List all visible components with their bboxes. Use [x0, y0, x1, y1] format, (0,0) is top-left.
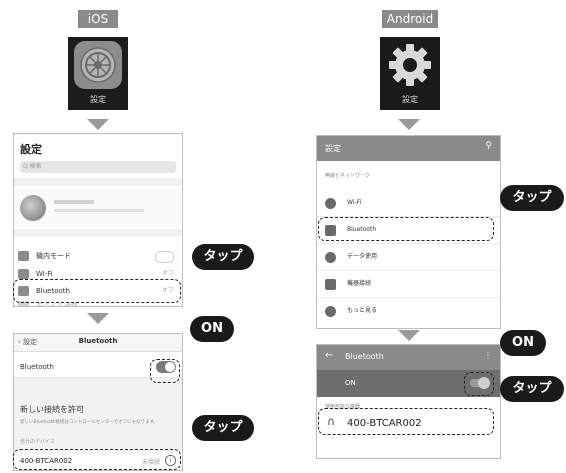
android-bluetooth-highlight — [318, 217, 494, 241]
on-callout: ON — [500, 330, 546, 356]
ios-section-gap — [14, 229, 182, 237]
avatar — [20, 195, 46, 221]
android-bt-title: Bluetooth — [345, 352, 384, 361]
ios-device-highlight — [13, 449, 181, 470]
ios-icon-caption: 設定 — [90, 95, 106, 104]
android-bt-toggle-label: ON — [345, 379, 356, 387]
android-row-more[interactable]: もっと見る — [317, 298, 500, 324]
android-settings-app[interactable]: 設定 — [380, 37, 440, 110]
android-label: Android — [382, 10, 438, 28]
ios-label: iOS — [78, 10, 118, 28]
search-icon[interactable]: ⚲ — [485, 141, 492, 151]
tap-callout: タップ — [192, 244, 254, 270]
ios-search-field[interactable]: Q 検索 — [20, 161, 176, 173]
device-connection-icon — [325, 279, 336, 290]
android-row-label: 機器接続 — [347, 280, 372, 287]
ios-section-gap — [14, 178, 182, 186]
android-icon-caption: 設定 — [402, 95, 418, 104]
ios-bt-title: Bluetooth — [78, 337, 118, 345]
ios-bt-toggle-label: Bluetooth — [20, 363, 54, 371]
airplane-toggle[interactable] — [155, 251, 174, 263]
android-app-bar: 設定 ⚲ — [317, 136, 500, 161]
android-settings-title: 設定 — [325, 144, 341, 153]
profile-sub-blurred — [54, 209, 144, 212]
ios-settings-app[interactable]: 設定 — [68, 37, 128, 110]
ios-profile-row[interactable] — [14, 189, 182, 227]
android-bluetooth-screen: ← Bluetooth ⋮ ON 使用可能な機器 ∩ 400-BTCAR002 — [316, 344, 501, 459]
on-callout: ON — [190, 316, 234, 342]
ios-row-label: 機内モード — [36, 252, 71, 260]
profile-name-blurred — [54, 200, 94, 204]
wifi-icon — [18, 269, 29, 279]
android-row-label: もっと見る — [347, 307, 378, 314]
android-row-label: データ使用 — [347, 253, 378, 260]
down-arrow-icon — [87, 119, 109, 130]
tap-callout: タップ — [500, 185, 564, 211]
data-usage-icon — [325, 252, 336, 263]
back-arrow-icon[interactable]: ← — [325, 350, 333, 361]
down-arrow-icon — [398, 330, 420, 341]
ios-row-airplane[interactable]: 機内モード — [14, 248, 182, 264]
pairing-note: 新しいBluetooth接続はコントロールセンターでオフにもなります。 — [20, 420, 159, 425]
android-section-header: 無線とネットワーク — [325, 173, 371, 179]
more-icon — [325, 306, 336, 317]
down-arrow-icon — [398, 119, 420, 130]
android-row-device-connection[interactable]: 機器接続 — [317, 271, 500, 298]
down-arrow-icon — [87, 313, 109, 324]
ios-settings-title: 設定 — [20, 143, 42, 156]
pairing-heading: 新しい接続を許可 — [20, 405, 84, 414]
android-row-data-usage[interactable]: データ使用 — [317, 244, 500, 271]
airplane-icon — [18, 251, 29, 261]
android-row-label: Wi-Fi — [347, 199, 362, 206]
ios-nav-bar: ‹ 設定 Bluetooth — [14, 334, 182, 352]
android-toggle-highlight — [464, 372, 494, 396]
ios-bluetooth-highlight — [13, 279, 181, 303]
android-row-wifi[interactable]: Wi-Fi — [317, 190, 500, 217]
android-gear-icon — [386, 41, 434, 89]
android-bt-app-bar: ← Bluetooth ⋮ — [317, 345, 500, 370]
android-device-highlight — [318, 408, 494, 435]
tap-callout: タップ — [500, 376, 564, 402]
wifi-icon — [325, 198, 336, 209]
tap-callout: タップ — [192, 415, 254, 441]
ios-toggle-highlight — [150, 359, 180, 383]
devices-header: 自分のデバイス — [20, 439, 55, 445]
ios-gear-icon — [74, 41, 122, 89]
more-vert-icon[interactable]: ⋮ — [484, 351, 492, 360]
